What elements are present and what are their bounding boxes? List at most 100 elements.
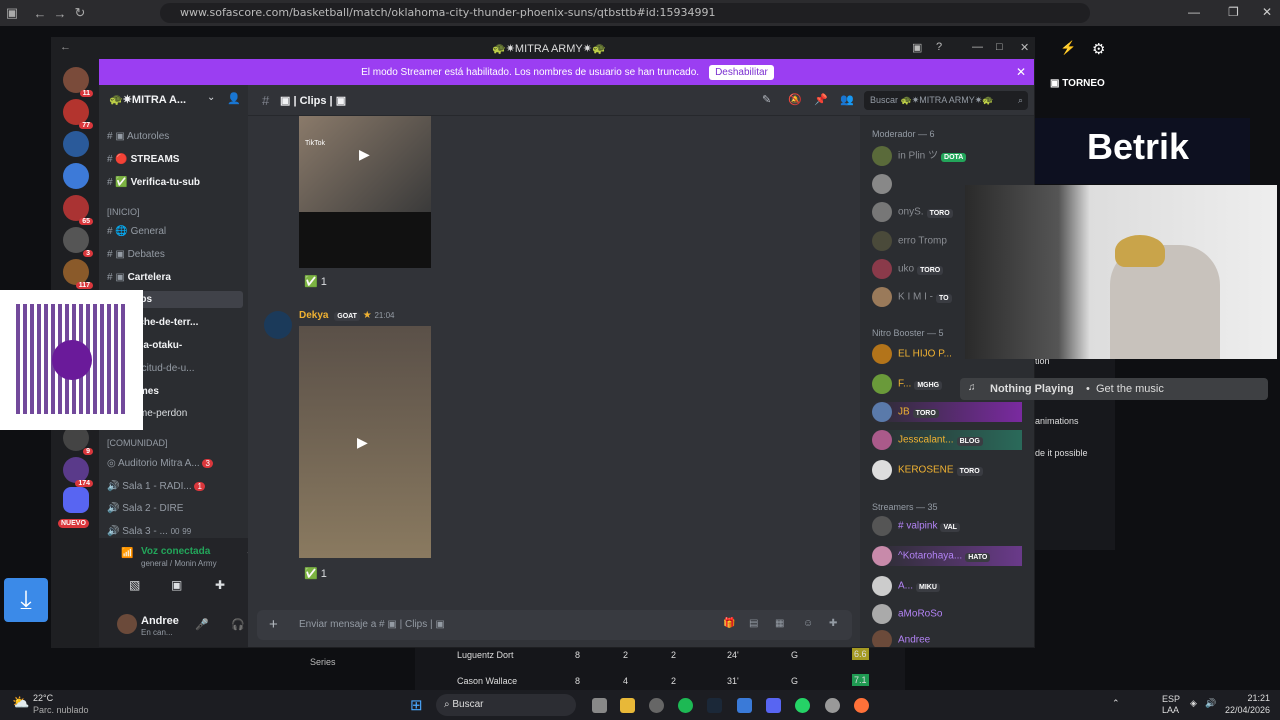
channel-auditorio[interactable]: ◎ Auditorio Mitra A... 3: [107, 458, 213, 469]
member-item[interactable]: JB TORO: [872, 402, 1022, 422]
steam-icon[interactable]: [707, 698, 722, 713]
wifi-icon[interactable]: ◈: [1190, 698, 1197, 709]
chevron-up-icon[interactable]: ⌃: [1112, 698, 1120, 709]
folder-icon[interactable]: [63, 487, 89, 513]
clock-date[interactable]: 22/04/2026: [1220, 705, 1270, 715]
member-item[interactable]: F... MGHG: [872, 374, 943, 394]
member-item[interactable]: ^Kotarohaya... HATO: [872, 546, 1022, 566]
add-user-icon[interactable]: 👤: [227, 92, 241, 105]
reload-icon[interactable]: ↻: [70, 5, 90, 21]
pin-icon[interactable]: 📌: [814, 93, 828, 106]
language-layout[interactable]: LAA: [1162, 705, 1179, 715]
bolt-icon[interactable]: ⚡: [1060, 40, 1076, 56]
members-icon[interactable]: 👥: [840, 93, 854, 106]
app-icon[interactable]: [737, 698, 752, 713]
channel-cartelera[interactable]: # ▣ Cartelera: [107, 272, 171, 283]
member-item[interactable]: Andree: [872, 630, 930, 647]
channel-verifica[interactable]: # ✅ Verifica-tu-sub: [107, 177, 200, 188]
windows-start-icon[interactable]: ⊞: [410, 696, 423, 714]
close-icon[interactable]: ✕: [1262, 5, 1272, 19]
maximize-icon[interactable]: □: [996, 41, 1003, 53]
avatar[interactable]: [264, 311, 292, 339]
gift-icon[interactable]: 🎁: [723, 618, 735, 629]
forward-icon[interactable]: →: [50, 6, 70, 21]
message-input[interactable]: + Enviar mensaje a # ▣ | Clips | ▣ 🎁 ▤ ▦…: [257, 610, 852, 640]
gear-icon[interactable]: ⚙: [1092, 40, 1105, 58]
back-icon[interactable]: ←: [60, 41, 71, 53]
member-item[interactable]: KEROSENE TORO: [872, 460, 983, 480]
discord-icon[interactable]: [766, 698, 781, 713]
clock-time[interactable]: 21:21: [1232, 693, 1270, 703]
search-input[interactable]: Buscar 🐢✷MITRA ARMY✷🐢 ⌕: [864, 91, 1028, 110]
apps-icon[interactable]: ✚: [829, 618, 837, 629]
server-icon[interactable]: [63, 163, 89, 189]
torneo-link[interactable]: ▣ TORNEO: [1050, 78, 1105, 89]
explorer-icon[interactable]: [620, 698, 635, 713]
gif-icon[interactable]: ▤: [749, 618, 758, 629]
channel-sala1[interactable]: 🔊 Sala 1 - RADI... 1: [107, 481, 205, 492]
member-item[interactable]: uko TORO: [872, 259, 944, 279]
whatsapp-icon[interactable]: [795, 698, 810, 713]
screen-share-icon[interactable]: ▣: [171, 578, 182, 592]
channel-sala3[interactable]: 🔊 Sala 3 - ... 00 99: [107, 526, 191, 537]
server-icon[interactable]: 77: [63, 99, 93, 129]
add-attachment-icon[interactable]: +: [269, 616, 278, 633]
taskbar-search[interactable]: ⌕ Buscar: [436, 694, 576, 716]
help-icon[interactable]: ?: [936, 41, 942, 53]
close-icon[interactable]: ✕: [1016, 65, 1026, 79]
close-icon[interactable]: ✕: [1020, 41, 1029, 54]
member-item[interactable]: # valpink VAL: [872, 516, 960, 536]
server-icon[interactable]: 117: [63, 259, 93, 289]
avatar[interactable]: [117, 614, 137, 634]
channel-debates[interactable]: # ▣ Debates: [107, 249, 165, 260]
activities-icon[interactable]: ✚: [215, 578, 225, 592]
notifications-icon[interactable]: 🔕: [788, 93, 802, 106]
sidebar-toggle-icon[interactable]: ▣: [2, 5, 22, 21]
server-icon[interactable]: 174: [63, 457, 93, 487]
minimize-icon[interactable]: —: [1188, 5, 1200, 19]
channel-sala2[interactable]: 🔊 Sala 2 - DIRE: [107, 503, 183, 514]
reaction[interactable]: ✅ 1: [304, 275, 327, 288]
video-attachment[interactable]: ▶: [299, 326, 431, 558]
member-item[interactable]: in Plin ツ DOTA: [872, 146, 967, 166]
chevron-down-icon[interactable]: ⌄: [207, 92, 215, 103]
category-inicio[interactable]: [INICIO]: [107, 207, 140, 217]
firefox-icon[interactable]: [854, 698, 869, 713]
download-icon[interactable]: ⤓: [4, 578, 48, 622]
app-icon[interactable]: [825, 698, 840, 713]
address-bar[interactable]: www.sofascore.com/basketball/match/oklah…: [160, 3, 1090, 23]
volume-icon[interactable]: 🔊: [1205, 698, 1216, 709]
language[interactable]: ESP: [1162, 694, 1180, 704]
voice-status[interactable]: Voz conectada: [141, 546, 210, 557]
member-item[interactable]: aMoRoSo: [872, 604, 942, 624]
taskview-icon[interactable]: [592, 698, 607, 713]
play-icon[interactable]: ▶: [359, 146, 370, 163]
camera-off-icon[interactable]: ▧: [129, 578, 140, 592]
reaction[interactable]: ✅ 1: [304, 567, 327, 580]
deafen-icon[interactable]: 🎧: [231, 618, 245, 631]
channel-autoroles[interactable]: # ▣ Autoroles: [107, 131, 169, 142]
back-icon[interactable]: ←: [30, 6, 50, 21]
member-item[interactable]: A... MIKU: [872, 576, 940, 596]
member-item[interactable]: erro Tromp: [872, 231, 947, 251]
member-item[interactable]: EL HIJO P...: [872, 344, 952, 364]
threads-icon[interactable]: ✎: [762, 93, 771, 106]
server-icon[interactable]: 11: [63, 67, 93, 97]
play-icon[interactable]: ▶: [357, 434, 368, 451]
disable-streamer-button[interactable]: Deshabilitar: [709, 64, 774, 80]
weather-temp[interactable]: 22°C: [33, 693, 53, 703]
sticker-icon[interactable]: ▦: [775, 618, 784, 629]
category-comunidad[interactable]: [COMUNIDAD]: [107, 438, 168, 448]
maximize-icon[interactable]: ❐: [1228, 5, 1239, 19]
member-item[interactable]: onyS. TORO: [872, 202, 953, 222]
mute-icon[interactable]: 🎤: [195, 618, 209, 631]
member-item[interactable]: Jesscalant... BLOG: [872, 430, 1022, 450]
video-attachment[interactable]: TikTok ▶: [299, 116, 431, 268]
weather-text[interactable]: Parc. nublado: [33, 705, 89, 715]
channel-general[interactable]: # 🌐 General: [107, 226, 166, 237]
get-music-link[interactable]: Get the music: [1096, 383, 1164, 395]
spotify-icon[interactable]: [678, 698, 693, 713]
member-item[interactable]: [872, 174, 898, 194]
emoji-icon[interactable]: ☺: [803, 618, 813, 629]
obs-icon[interactable]: [649, 698, 664, 713]
